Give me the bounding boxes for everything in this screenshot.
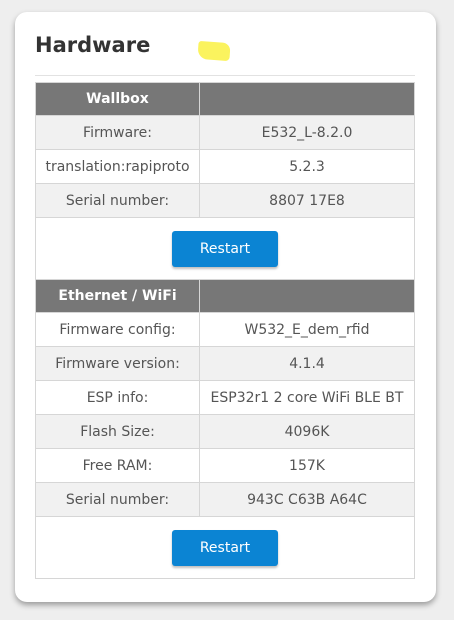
ethernet-header-row: Ethernet / WiFi [35,279,415,313]
title-divider [35,75,415,76]
ethernet-esp-info-label: ESP info: [35,380,200,415]
ethernet-fw-config-value: W532_E_dem_rfid [199,312,415,347]
table-row: Serial number: 8807 17E8 [35,183,415,218]
wallbox-header-empty [199,82,415,116]
ethernet-flash-size-value: 4096K [199,414,415,449]
ethernet-restart-button[interactable]: Restart [172,529,278,566]
ethernet-serial-label: Serial number: [35,482,200,517]
wallbox-firmware-label: Firmware: [35,115,200,150]
table-row: Firmware config: W532_E_dem_rfid [35,312,415,347]
table-row: Serial number: 943C C63B A64C [35,482,415,517]
wallbox-section-header: Wallbox [35,82,200,116]
ethernet-esp-info-value: ESP32r1 2 core WiFi BLE BT [199,380,415,415]
highlight-marker [197,40,231,62]
table-row: Firmware version: 4.1.4 [35,346,415,381]
ethernet-flash-size-label: Flash Size: [35,414,200,449]
ethernet-fw-config-label: Firmware config: [35,312,200,347]
ethernet-serial-value: 943C C63B A64C [199,482,415,517]
table-row: ESP info: ESP32r1 2 core WiFi BLE BT [35,380,415,415]
table-row: translation:rapiproto 5.2.3 [35,149,415,184]
wallbox-restart-button[interactable]: Restart [172,230,278,267]
wallbox-firmware-value: E532_L-8.2.0 [199,115,415,150]
ethernet-free-ram-value: 157K [199,448,415,483]
table-row: Free RAM: 157K [35,448,415,483]
wallbox-header-row: Wallbox [35,82,415,116]
wallbox-restart-cell: Restart [35,217,415,280]
wallbox-restart-row: Restart [35,217,415,280]
ethernet-section-header: Ethernet / WiFi [35,279,200,313]
wallbox-translation-value: 5.2.3 [199,149,415,184]
ethernet-fw-version-label: Firmware version: [35,346,200,381]
hardware-table: Wallbox Firmware: E532_L-8.2.0 translati… [35,82,415,579]
wallbox-translation-label: translation:rapiproto [35,149,200,184]
ethernet-fw-version-value: 4.1.4 [199,346,415,381]
ethernet-restart-row: Restart [35,516,415,579]
page-title: Hardware [35,33,151,57]
hardware-card: Hardware Wallbox Firmware: E532_L-8.2.0 … [15,12,436,602]
table-row: Flash Size: 4096K [35,414,415,449]
ethernet-restart-cell: Restart [35,516,415,579]
wallbox-serial-label: Serial number: [35,183,200,218]
ethernet-header-empty [199,279,415,313]
ethernet-free-ram-label: Free RAM: [35,448,200,483]
wallbox-serial-value: 8807 17E8 [199,183,415,218]
table-row: Firmware: E532_L-8.2.0 [35,115,415,150]
